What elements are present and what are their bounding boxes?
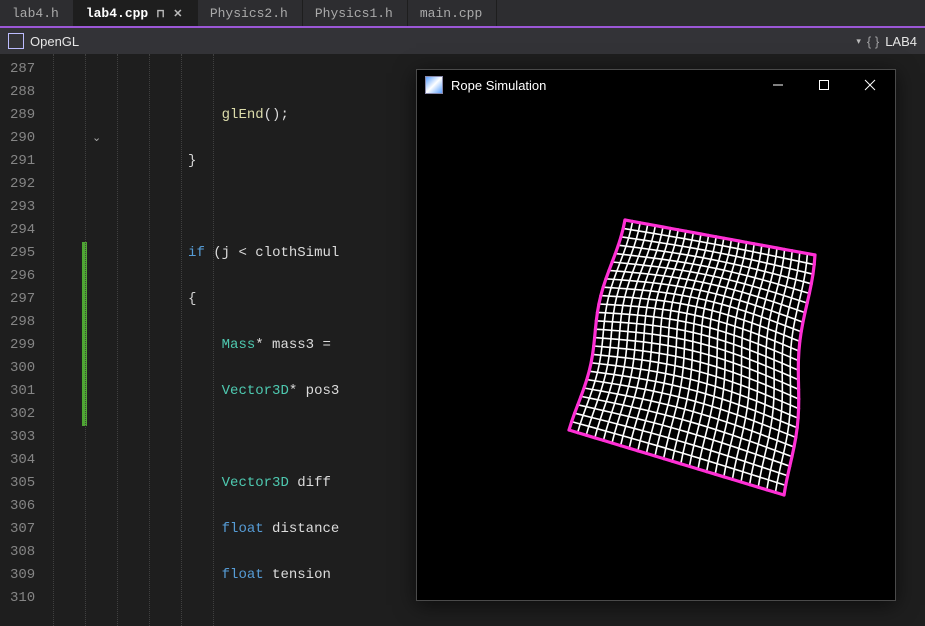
tab-label: lab4.cpp xyxy=(86,6,148,21)
scope-label: LAB4 xyxy=(885,34,917,49)
code-line: } xyxy=(87,150,339,173)
code-line: glEnd(); xyxy=(87,104,339,127)
line-number: 308 xyxy=(10,541,35,564)
line-number: 302 xyxy=(10,403,35,426)
code-line: float distance xyxy=(87,518,339,541)
tab-label: Physics2.h xyxy=(210,6,288,21)
simulation-viewport[interactable] xyxy=(417,100,895,600)
line-number: 288 xyxy=(10,81,35,104)
scope-right[interactable]: ▾ { } LAB4 xyxy=(852,34,917,49)
minimize-button[interactable] xyxy=(755,70,801,100)
close-icon xyxy=(864,79,876,91)
line-number: 305 xyxy=(10,472,35,495)
line-number: 299 xyxy=(10,334,35,357)
line-number: 292 xyxy=(10,173,35,196)
scope-icon xyxy=(8,33,24,49)
line-number: 293 xyxy=(10,196,35,219)
line-number: 310 xyxy=(10,587,35,610)
scope-left[interactable]: OpenGL xyxy=(8,33,79,49)
cloth-render xyxy=(417,100,895,600)
line-gutter: 287 288 289 290 291 292 293 294 295 296 … xyxy=(0,54,49,626)
close-button[interactable] xyxy=(847,70,893,100)
tab-lab4-cpp[interactable]: lab4.cpp ⊓ ✕ xyxy=(74,0,198,26)
tab-label: main.cpp xyxy=(420,6,482,21)
app-icon xyxy=(425,76,443,94)
window-titlebar[interactable]: Rope Simulation xyxy=(417,70,895,100)
maximize-icon xyxy=(818,79,830,91)
line-number: 298 xyxy=(10,311,35,334)
chevron-down-icon[interactable]: ▾ xyxy=(852,36,861,47)
tab-label: lab4.h xyxy=(12,6,59,21)
line-number: 287 xyxy=(10,58,35,81)
line-number: 294 xyxy=(10,219,35,242)
brace-glyph: { } xyxy=(867,34,879,49)
line-number: 306 xyxy=(10,495,35,518)
line-number: 297 xyxy=(10,288,35,311)
line-number: 296 xyxy=(10,265,35,288)
line-number: 303 xyxy=(10,426,35,449)
line-number: 295 xyxy=(10,242,35,265)
line-number: 300 xyxy=(10,357,35,380)
line-number: 307 xyxy=(10,518,35,541)
close-icon[interactable]: ✕ xyxy=(173,7,183,20)
code-line: Vector3D diff xyxy=(87,472,339,495)
scope-label: OpenGL xyxy=(30,34,79,49)
tab-label: Physics1.h xyxy=(315,6,393,21)
line-number: 290 xyxy=(10,127,35,150)
code-line: float tension xyxy=(87,564,339,587)
tab-physics2-h[interactable]: Physics2.h xyxy=(198,0,303,26)
tab-bar: lab4.h lab4.cpp ⊓ ✕ Physics2.h Physics1.… xyxy=(0,0,925,26)
code-line xyxy=(87,196,339,219)
code-line: Mass* mass3 = xyxy=(87,334,339,357)
code-area[interactable]: glEnd(); } if (j < clothSimul { Mass* ma… xyxy=(49,54,339,626)
context-bar: OpenGL ▾ { } LAB4 xyxy=(0,26,925,54)
code-line xyxy=(87,426,339,449)
line-number: 309 xyxy=(10,564,35,587)
tab-main-cpp[interactable]: main.cpp xyxy=(408,0,497,26)
minimize-icon xyxy=(772,79,784,91)
line-number: 291 xyxy=(10,150,35,173)
line-number: 301 xyxy=(10,380,35,403)
line-number: 289 xyxy=(10,104,35,127)
code-line: if (j < clothSimul xyxy=(87,242,339,265)
tab-physics1-h[interactable]: Physics1.h xyxy=(303,0,408,26)
maximize-button[interactable] xyxy=(801,70,847,100)
code-line: { xyxy=(87,288,339,311)
pin-icon[interactable]: ⊓ xyxy=(156,7,165,20)
window-title: Rope Simulation xyxy=(451,78,546,93)
tab-lab4-h[interactable]: lab4.h xyxy=(0,0,74,26)
line-number: 304 xyxy=(10,449,35,472)
code-line xyxy=(87,610,339,626)
code-line: Vector3D* pos3 xyxy=(87,380,339,403)
simulation-window[interactable]: Rope Simulation xyxy=(416,69,896,601)
